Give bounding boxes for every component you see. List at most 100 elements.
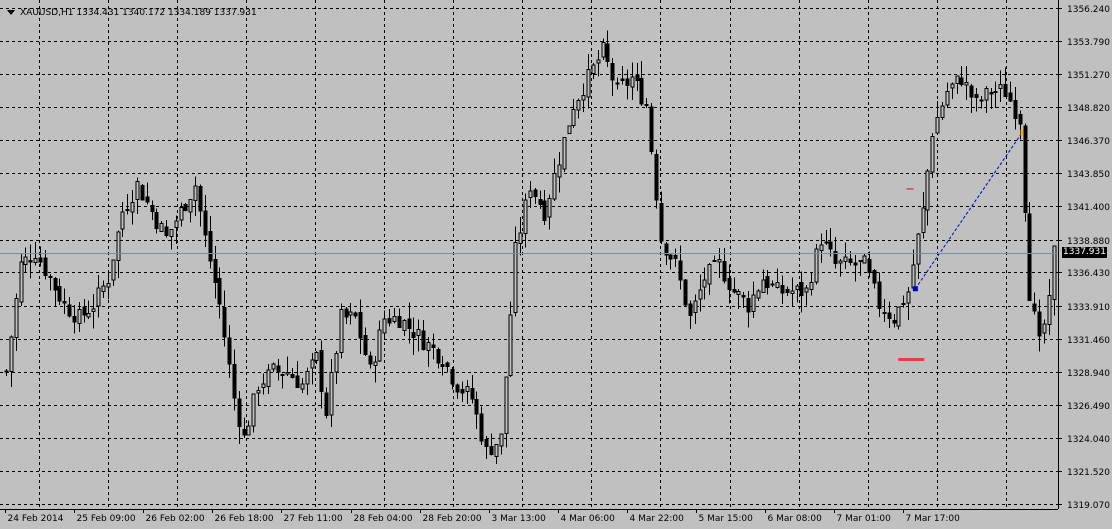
- candle-body: [217, 278, 222, 305]
- candle-body: [557, 164, 562, 178]
- candle-body: [838, 260, 843, 264]
- x-tick-label: 5 Mar 15:00: [699, 514, 754, 524]
- candle-body: [19, 261, 24, 303]
- candle-body: [998, 84, 1003, 90]
- x-tick-label: 7 Mar 01:00: [837, 514, 892, 524]
- candle-body: [86, 313, 91, 318]
- candle-body: [377, 329, 382, 362]
- candle-body: [1003, 84, 1008, 97]
- candle-body: [984, 88, 989, 101]
- candle-body: [591, 64, 596, 74]
- candle-body: [770, 283, 775, 286]
- candle-body: [887, 312, 892, 320]
- candle-body: [499, 433, 504, 447]
- candle-body: [872, 270, 877, 284]
- x-tick-label: 3 Mar 13:00: [492, 514, 547, 524]
- candle-body: [567, 125, 572, 134]
- candle-body: [33, 257, 38, 263]
- candle-body: [116, 231, 121, 262]
- candle-body: [101, 285, 106, 293]
- candle-body: [858, 259, 863, 262]
- candle-body: [28, 260, 33, 263]
- candle-body: [125, 208, 130, 211]
- candle-body: [227, 337, 232, 365]
- candle-body: [72, 316, 77, 323]
- candle-body: [979, 99, 984, 102]
- y-tick-label: 1333.910: [1067, 303, 1110, 313]
- candle-body: [673, 254, 678, 259]
- candle-body: [654, 153, 659, 201]
- candle-body: [518, 232, 523, 245]
- candle-body: [828, 241, 833, 250]
- candle-body: [601, 41, 606, 58]
- candle-body: [678, 260, 683, 281]
- candle-body: [610, 62, 615, 81]
- candle-body: [940, 105, 945, 118]
- candle-body: [455, 384, 460, 393]
- candle-body: [974, 93, 979, 99]
- candle-body: [693, 300, 698, 314]
- candle-body: [668, 254, 673, 260]
- chart-window[interactable]: 1356.240 1353.790 1351.270 1348.820 1346.370…: [0, 0, 1112, 529]
- candle-body: [436, 349, 441, 364]
- candle-body: [154, 212, 159, 229]
- candle-body: [736, 291, 741, 296]
- candle-body: [77, 309, 82, 325]
- candle-body: [300, 383, 305, 390]
- candle-body: [96, 287, 101, 307]
- candle-body: [528, 190, 533, 199]
- candle-body: [14, 298, 19, 339]
- candle-body: [581, 95, 586, 101]
- candle-body: [416, 328, 421, 337]
- candle-body: [765, 275, 770, 289]
- candle-body: [925, 170, 930, 211]
- candle-body: [203, 210, 208, 236]
- price-chart[interactable]: 1356.240 1353.790 1351.270 1348.820 1346.370…: [0, 0, 1112, 529]
- candle-body: [756, 290, 761, 299]
- candle-body: [605, 43, 610, 62]
- y-tick-label: 1336.430: [1067, 269, 1110, 279]
- candle-body: [717, 258, 722, 263]
- price-axis: 1356.240 1353.790 1351.270 1348.820 1346.370…: [1058, 5, 1110, 511]
- candle-body: [1037, 311, 1042, 337]
- candle-body: [1013, 99, 1018, 119]
- x-tick-label: 7 Mar 17:00: [906, 514, 961, 524]
- stop-loss-marker: [898, 357, 925, 361]
- entry-marker-icon: [912, 286, 918, 292]
- candle-body: [290, 374, 295, 379]
- candle-body: [426, 341, 431, 351]
- candle-body: [1027, 213, 1032, 302]
- candle-body: [358, 312, 363, 339]
- candle-body: [683, 279, 688, 306]
- candle-body: [712, 259, 717, 262]
- y-tick-label: 1346.370: [1067, 137, 1110, 147]
- candle-body: [193, 185, 198, 201]
- candle-body: [130, 201, 135, 213]
- candle-body: [935, 117, 940, 134]
- chart-menu-arrow-icon[interactable]: [7, 10, 15, 15]
- candle-body: [896, 306, 901, 327]
- candle-body: [295, 375, 300, 388]
- candle-body: [494, 444, 499, 457]
- candle-body: [824, 241, 829, 244]
- candle-body: [440, 364, 445, 367]
- candle-body: [489, 446, 494, 456]
- candle-body: [993, 91, 998, 94]
- candle-body: [945, 91, 950, 106]
- candle-body: [586, 69, 591, 98]
- candle-body: [237, 398, 242, 428]
- candle-body: [140, 184, 145, 201]
- candle-body: [135, 181, 140, 200]
- candle-body: [213, 258, 218, 284]
- candle-body: [727, 277, 732, 291]
- candle-body: [862, 255, 867, 264]
- candle-body: [484, 439, 489, 447]
- candle-body: [955, 75, 960, 84]
- y-tick-label: 1341.400: [1067, 203, 1110, 213]
- candle-body: [387, 318, 392, 324]
- candle-body: [804, 287, 809, 293]
- candle-body: [474, 398, 479, 415]
- x-tick-label: 28 Feb 04:00: [354, 514, 413, 524]
- candle-body: [620, 78, 625, 82]
- candle-body: [615, 82, 620, 85]
